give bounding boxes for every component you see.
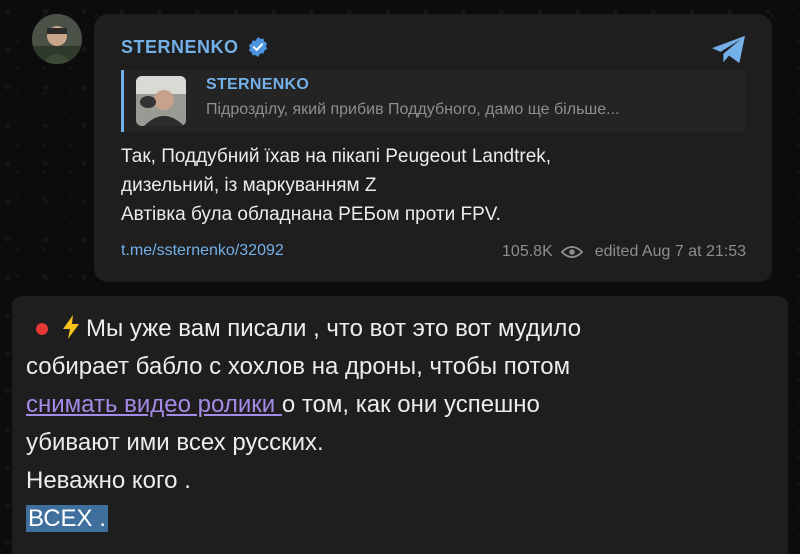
verified-badge-icon [248, 36, 267, 58]
telegram-share-icon[interactable] [710, 34, 748, 66]
caption-line: о том, как они успешно [281, 391, 540, 418]
reply-thumbnail [136, 76, 186, 126]
reply-preview[interactable]: STERNENKO Підрозділу, який прибив Поддуб… [121, 70, 746, 132]
channel-name[interactable]: STERNENKO [121, 37, 239, 58]
reply-text: Підрозділу, який прибив Поддубного, дамо… [206, 101, 620, 118]
post-meta: 105.8K edited Aug 7 at 21:53 [502, 243, 746, 261]
post-text-line: дизельний, із маркуванням Z [121, 175, 377, 196]
red-circle-icon [36, 322, 48, 335]
caption-line: Неважно кого . [26, 467, 191, 494]
post-header: STERNENKO [121, 36, 269, 58]
caption-line: собирает бабло с хохлов на дроны, чтобы … [26, 353, 571, 380]
channel-avatar[interactable] [32, 14, 82, 64]
reply-author: STERNENKO [206, 76, 310, 93]
caption-line: Мы уже вам писали , что вот это вот муди… [86, 315, 582, 342]
message-caption: Мы уже вам писали , что вот это вот муди… [12, 296, 788, 554]
edited-timestamp: edited Aug 7 at 21:53 [594, 243, 746, 260]
post-text-line: Так, Поддубний їхав на пікапі Peugeout L… [121, 146, 552, 167]
post-link[interactable]: t.me/ssternenko/32092 [121, 242, 284, 260]
post-text: Так, Поддубний їхав на пікапі Peugeout L… [121, 142, 741, 229]
lightning-icon [63, 315, 79, 339]
caption-line: убивают ими всех русских. [26, 429, 324, 456]
view-count: 105.8K [502, 243, 553, 260]
caption-link[interactable]: снимать видео ролики [26, 391, 282, 418]
selected-text[interactable]: ВСЕХ . [26, 505, 108, 532]
post-text-line: Автівка була обладнана РЕБом проти FPV. [121, 204, 501, 225]
forwarded-post[interactable]: STERNENKO STERNENKO Підрозділу, який при… [94, 14, 772, 282]
eye-icon [560, 246, 583, 258]
